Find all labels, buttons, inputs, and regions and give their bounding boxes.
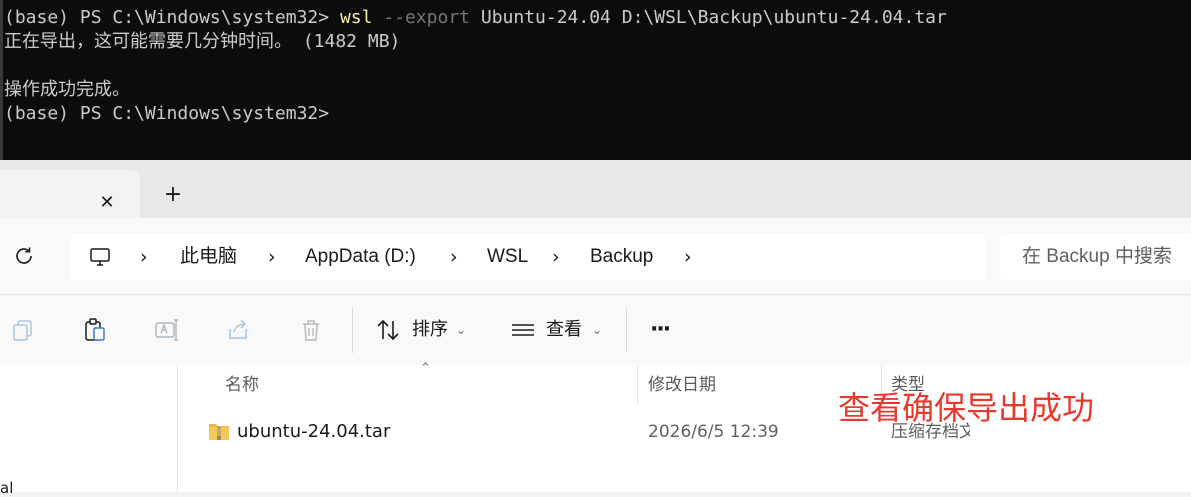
terminal-left-edge — [0, 0, 3, 160]
view-icon[interactable] — [510, 317, 536, 343]
chevron-right-icon[interactable]: › — [552, 234, 560, 280]
nav-item-partial[interactable]: al — [0, 479, 13, 497]
sort-icon[interactable] — [375, 317, 401, 343]
explorer-tab-active[interactable]: ✕ — [0, 170, 140, 218]
toolbar-divider — [626, 307, 627, 353]
refresh-icon[interactable] — [12, 244, 36, 268]
address-row: › 此电脑 › AppData (D:) › WSL › Backup › 在 … — [0, 218, 1191, 294]
delete-icon[interactable] — [298, 317, 324, 343]
column-header-name[interactable]: 名称 — [225, 365, 259, 405]
chevron-down-icon[interactable]: ⌄ — [592, 295, 602, 365]
copy-icon[interactable] — [10, 317, 36, 343]
breadcrumb-wsl[interactable]: WSL — [487, 234, 528, 280]
file-modified-date: 2026/6/5 12:39 — [648, 422, 779, 442]
toolbar-divider — [352, 307, 353, 353]
new-tab-icon[interactable]: + — [162, 184, 184, 206]
breadcrumb-this-pc[interactable]: 此电脑 — [180, 234, 237, 280]
sort-indicator-icon: ⌃ — [420, 361, 431, 376]
address-bar[interactable]: › 此电脑 › AppData (D:) › WSL › Backup › — [70, 234, 986, 280]
terminal-command-name: wsl — [339, 7, 373, 28]
search-input[interactable]: 在 Backup 中搜索 — [1000, 234, 1191, 280]
chevron-down-icon[interactable]: ⌄ — [456, 295, 466, 365]
sort-button[interactable]: 排序 — [412, 295, 448, 365]
search-placeholder: 在 Backup 中搜索 — [1022, 246, 1172, 267]
paste-icon[interactable] — [82, 317, 108, 343]
close-tab-icon[interactable]: ✕ — [96, 192, 118, 214]
archive-file-icon — [209, 424, 229, 440]
explorer-tab-strip: ✕ + — [0, 160, 1191, 218]
terminal-window[interactable]: (base) PS C:\Windows\system32> wsl --exp… — [0, 0, 1191, 160]
breadcrumb-appdata-drive[interactable]: AppData (D:) — [305, 234, 416, 280]
terminal-command-flag: --export — [372, 7, 471, 28]
breadcrumb-backup[interactable]: Backup — [590, 234, 653, 280]
column-divider[interactable] — [637, 365, 638, 405]
this-pc-icon[interactable] — [88, 245, 112, 269]
view-button[interactable]: 查看 — [546, 295, 582, 365]
chevron-right-icon[interactable]: › — [684, 234, 692, 280]
rename-icon[interactable] — [154, 317, 180, 343]
terminal-output: (base) PS C:\Windows\system32> wsl --exp… — [4, 6, 1191, 126]
file-list-area: al ⌃ 名称 修改日期 类型 ubuntu-24.04.tar 2026/6/… — [0, 361, 1191, 497]
terminal-success-message: 操作成功完成。 — [4, 79, 130, 100]
red-annotation-text: 查看确保导出成功 — [838, 389, 1095, 427]
chevron-right-icon[interactable]: › — [268, 234, 276, 280]
chevron-right-icon[interactable]: › — [140, 234, 148, 280]
chevron-right-icon[interactable]: › — [450, 234, 458, 280]
file-name[interactable]: ubuntu-24.04.tar — [237, 415, 390, 449]
terminal-command-line: (base) PS C:\Windows\system32> wsl --exp… — [4, 6, 1191, 30]
terminal-command-args: Ubuntu-24.04 D:\WSL\Backup\ubuntu-24.04.… — [470, 7, 947, 28]
terminal-export-progress: 正在导出，这可能需要几分钟时间。 (1482 MB) — [4, 31, 401, 52]
share-icon[interactable] — [226, 317, 252, 343]
terminal-prompt: (base) PS C:\Windows\system32> — [4, 7, 340, 28]
terminal-prompt-current[interactable]: (base) PS C:\Windows\system32> — [4, 102, 1191, 126]
navigation-pane[interactable]: al — [0, 365, 178, 497]
column-header-modified[interactable]: 修改日期 — [648, 365, 716, 405]
command-bar: 排序 ⌄ 查看 ⌄ ··· — [0, 294, 1191, 366]
more-options-icon[interactable]: ··· — [650, 295, 671, 365]
